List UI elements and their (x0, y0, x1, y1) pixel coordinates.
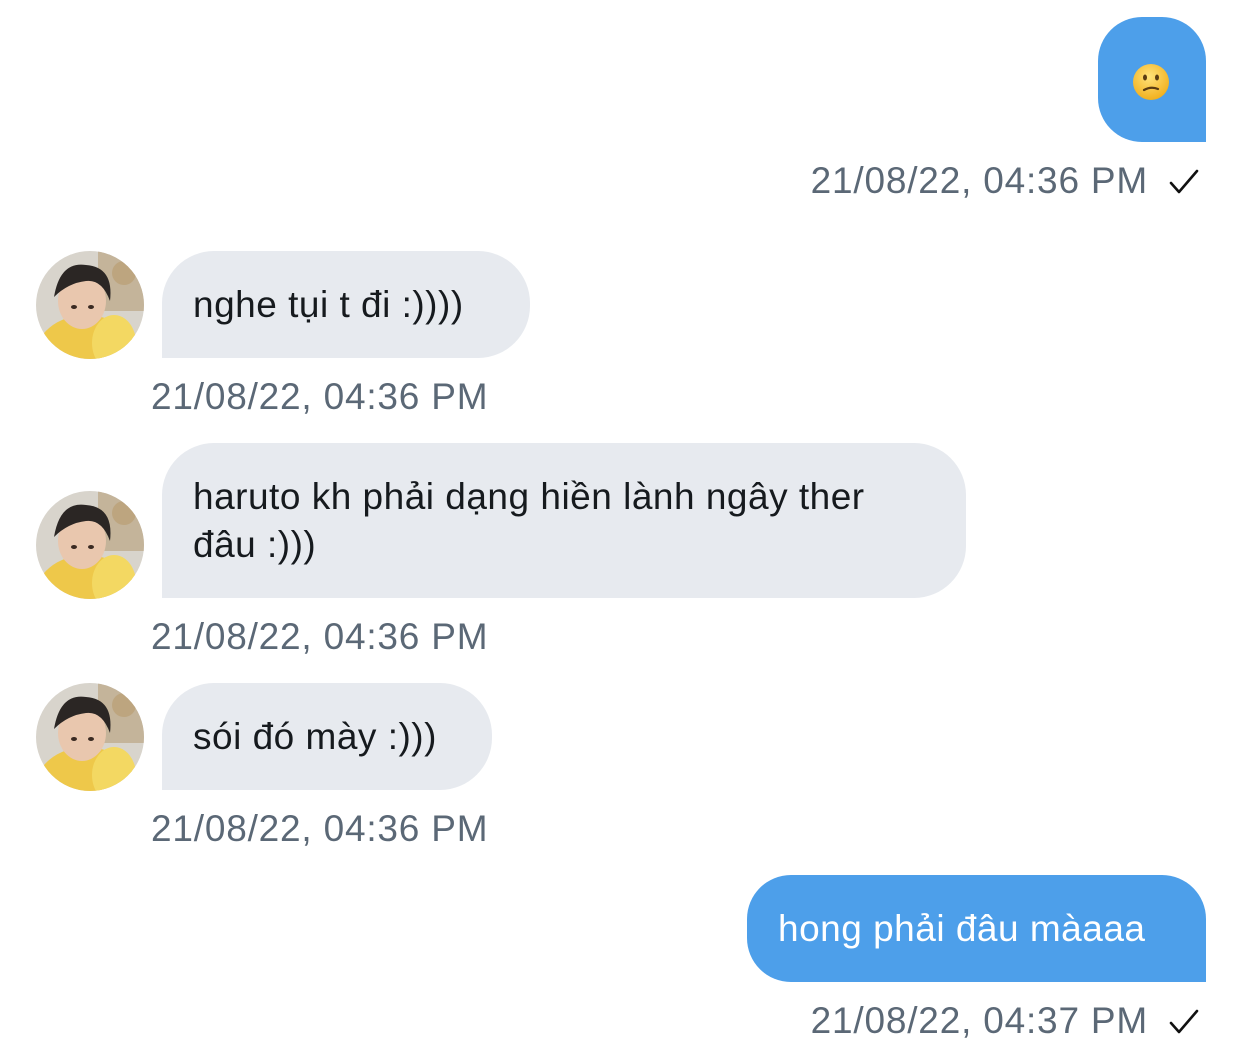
message-timestamp: 21/08/22, 04:36 PM (151, 616, 489, 657)
contact-avatar[interactable] (36, 683, 144, 791)
message-timestamp: 21/08/22, 04:36 PM (151, 376, 489, 417)
contact-avatar[interactable] (36, 491, 144, 599)
message-timestamp: 21/08/22, 04:37 PM (810, 1000, 1148, 1041)
received-message-bubble[interactable]: haruto kh phải dạng hiền lành ngây ther … (162, 443, 966, 598)
received-message-text: nghe tụi t đi :)))) (193, 284, 464, 325)
received-message-bubble[interactable]: nghe tụi t đi :)))) (162, 251, 530, 358)
confused-face-icon (1133, 64, 1169, 100)
checkmark-icon (1169, 169, 1199, 194)
contact-avatar[interactable] (36, 251, 144, 359)
checkmark-icon (1169, 1009, 1199, 1034)
received-message-bubble[interactable]: sói đó mày :))) (162, 683, 492, 790)
sent-message-bubble[interactable]: hong phải đâu màaaa (747, 875, 1206, 982)
received-message-text: haruto kh phải dạng hiền lành ngây ther … (193, 476, 865, 565)
message-timestamp: 21/08/22, 04:36 PM (151, 808, 489, 849)
message-timestamp: 21/08/22, 04:36 PM (810, 160, 1148, 201)
sent-message-text: hong phải đâu màaaa (778, 908, 1146, 949)
received-message-text: sói đó mày :))) (193, 716, 437, 757)
sent-message-bubble[interactable]: 😕 (1098, 17, 1206, 142)
